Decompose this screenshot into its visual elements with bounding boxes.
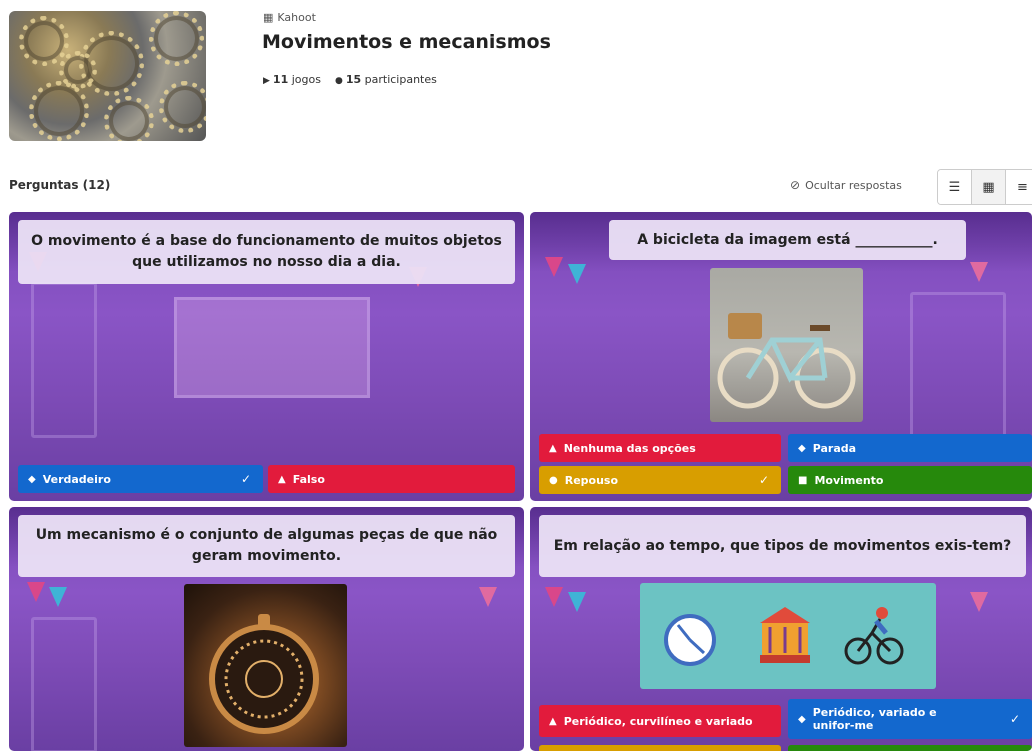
grid-view-icon[interactable]: ▦ <box>972 170 1006 204</box>
question-text: O movimento é a base do funcionamento de… <box>18 220 515 284</box>
pocket-watch-image <box>184 584 347 747</box>
answer-label: Verdadeiro <box>42 472 111 486</box>
question-card-4[interactable]: Em relação ao tempo, que tipos de movime… <box>530 507 1032 751</box>
user-icon: ● <box>334 76 343 86</box>
hide-answers-button[interactable]: ⊘ Ocultar respostas <box>790 178 902 192</box>
answer-label: Repouso <box>564 473 619 487</box>
plays-count: ▶ 11 jogos <box>263 73 321 86</box>
check-icon: ✓ <box>758 473 769 487</box>
question-card-3[interactable]: Um mecanismo é o conjunto de algumas peç… <box>9 507 524 751</box>
question-text: A bicicleta da imagem está ___________. <box>609 220 966 260</box>
source-label-text: Kahoot <box>277 11 316 24</box>
answer-option-partial <box>788 745 1032 751</box>
movement-icons <box>664 607 904 666</box>
answer-label: Periódico, curvilíneo e variado <box>563 714 753 728</box>
view-toggle: ☰ ▦ ≡ <box>937 169 1032 205</box>
participants-count: ● 15 participantes <box>334 73 437 86</box>
questions-title: Perguntas (12) <box>9 178 111 192</box>
answer-option: ◆ Verdadeiro ✓ <box>18 465 263 493</box>
answer-option: ▲ Falso <box>268 465 515 493</box>
triangle-icon: ▲ <box>549 715 557 727</box>
square-icon: ■ <box>798 474 808 486</box>
diamond-icon: ◆ <box>798 442 806 454</box>
answer-label: Nenhuma das opções <box>563 441 696 455</box>
kahoot-icon: ▦ <box>263 11 274 24</box>
answer-option: ▲ Nenhuma das opções <box>539 434 781 462</box>
question-card-2[interactable]: A bicicleta da imagem está ___________. … <box>530 212 1032 501</box>
check-icon: ✓ <box>240 472 251 486</box>
kahoot-meta: ▶ 11 jogos ● 15 participantes <box>263 73 437 86</box>
kahoot-source-label: ▦ Kahoot <box>263 11 316 24</box>
triangle-icon: ▲ <box>278 473 286 485</box>
answer-label: Movimento <box>814 473 884 487</box>
answer-option: ■ Movimento <box>788 466 1032 494</box>
circle-icon: ● <box>549 474 558 486</box>
clock-icon <box>664 614 716 666</box>
question-text: Em relação ao tempo, que tipos de movime… <box>539 515 1026 577</box>
bicycle-image <box>710 268 863 422</box>
answer-label: Periódico, variado e unifor-me <box>812 706 937 732</box>
answer-option: ● Repouso ✓ <box>539 466 781 494</box>
bicycle-icon <box>717 313 856 409</box>
diamond-icon: ◆ <box>798 713 806 725</box>
answer-option: ▲ Periódico, curvilíneo e variado <box>539 705 781 737</box>
question-text: Um mecanismo é o conjunto de algumas peç… <box>18 515 515 577</box>
cyclist-icon <box>844 607 904 665</box>
diamond-icon: ◆ <box>28 473 36 485</box>
detail-view-icon[interactable]: ≡ <box>1006 170 1032 204</box>
triangle-icon: ▲ <box>549 442 557 454</box>
kahoot-cover-image <box>9 11 206 141</box>
answer-option-partial <box>539 745 781 751</box>
carousel-icon <box>760 607 810 663</box>
play-icon: ▶ <box>263 76 270 86</box>
page-title: Movimentos e mecanismos <box>262 31 551 53</box>
movement-types-image <box>640 583 936 689</box>
eye-off-icon: ⊘ <box>790 178 801 192</box>
question-card-1[interactable]: O movimento é a base do funcionamento de… <box>9 212 524 501</box>
answer-label: Falso <box>292 472 325 486</box>
list-view-icon[interactable]: ☰ <box>938 170 972 204</box>
answer-option: ◆ Periódico, variado e unifor-me ✓ <box>788 699 1032 739</box>
answer-option: ◆ Parada <box>788 434 1032 462</box>
answer-label: Parada <box>812 441 857 455</box>
check-icon: ✓ <box>1009 711 1020 726</box>
watch-icon <box>209 614 319 734</box>
hide-answers-label: Ocultar respostas <box>805 178 902 192</box>
